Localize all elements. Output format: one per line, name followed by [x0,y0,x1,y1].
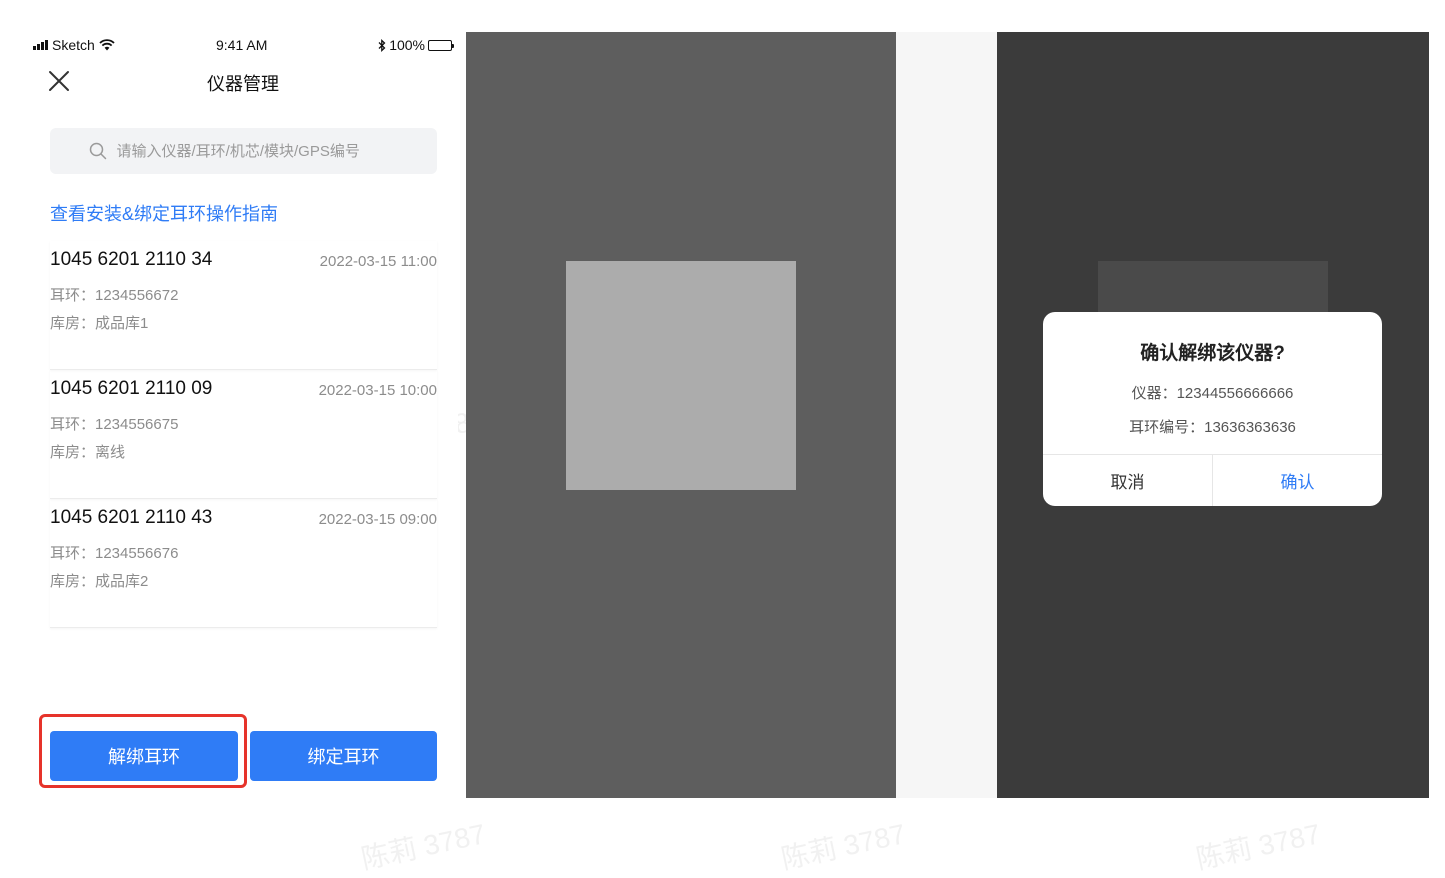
page-title: 仪器管理 [207,74,279,94]
device-time: 2022-03-15 11:00 [319,253,437,270]
dialog-device-line: 仪器：12344556666666 [1131,385,1294,402]
device-ear-tag: 耳环：1234556675 [50,416,179,433]
device-number: 1045 6201 2110 09 [50,378,213,399]
panel-gap [896,32,997,798]
list-item[interactable]: 1045 6201 2110 34 2022-03-15 11:00 耳环：12… [50,241,437,370]
list-item[interactable]: 1045 6201 2110 43 2022-03-15 09:00 耳环：12… [50,499,437,628]
guide-link[interactable]: 查看安装&绑定耳环操作指南 [50,200,278,226]
device-time: 2022-03-15 10:00 [318,382,437,399]
dialog-ear-tag-line: 耳环编号：13636363636 [1129,419,1296,436]
list-item[interactable]: 1045 6201 2110 09 2022-03-15 10:00 耳环：12… [50,370,437,499]
confirm-unbind-dialog: 确认解绑该仪器? 仪器：12344556666666 耳环编号：13636363… [1043,312,1382,506]
dialog-cancel-button[interactable]: 取消 [1043,455,1212,506]
device-list: 1045 6201 2110 34 2022-03-15 11:00 耳环：12… [50,241,437,628]
signal-icon [33,40,48,50]
phone-screen: Sketch 9:41 AM 100% 仪器管理 查看安装&绑定耳环操作指南 [28,28,458,808]
watermark: 陈莉 3787 [358,818,489,875]
device-warehouse: 库房：成品库2 [50,573,149,590]
device-warehouse: 库房：离线 [50,444,126,461]
device-warehouse: 库房：成品库1 [50,315,149,332]
bluetooth-icon [378,38,386,52]
status-time: 9:41 AM [216,37,268,53]
search-bar[interactable] [50,128,437,174]
watermark: 陈莉 3787 [1193,818,1324,875]
carrier-label: Sketch [52,37,95,53]
device-number: 1045 6201 2110 43 [50,507,213,528]
device-ear-tag: 耳环：1234556672 [50,287,179,304]
bind-ear-tag-button[interactable]: 绑定耳环 [250,731,437,781]
search-icon [89,142,106,160]
battery-percent: 100% [389,37,425,53]
wifi-icon [99,39,115,51]
unbind-ear-tag-button[interactable]: 解绑耳环 [50,731,238,781]
overlay-panel-right: 确认解绑该仪器? 仪器：12344556666666 耳环编号：13636363… [997,32,1429,798]
image-placeholder [566,261,796,490]
battery-icon [428,39,454,51]
device-ear-tag: 耳环：1234556676 [50,545,179,562]
dialog-confirm-button[interactable]: 确认 [1213,455,1382,506]
watermark: 陈莉 3787 [778,818,909,875]
device-number: 1045 6201 2110 34 [50,249,213,270]
search-input[interactable] [114,141,399,161]
status-bar: Sketch 9:41 AM 100% [28,36,458,56]
device-time: 2022-03-15 09:00 [318,511,437,528]
dialog-title: 确认解绑该仪器? [1140,343,1285,364]
overlay-panel-middle [466,32,896,798]
